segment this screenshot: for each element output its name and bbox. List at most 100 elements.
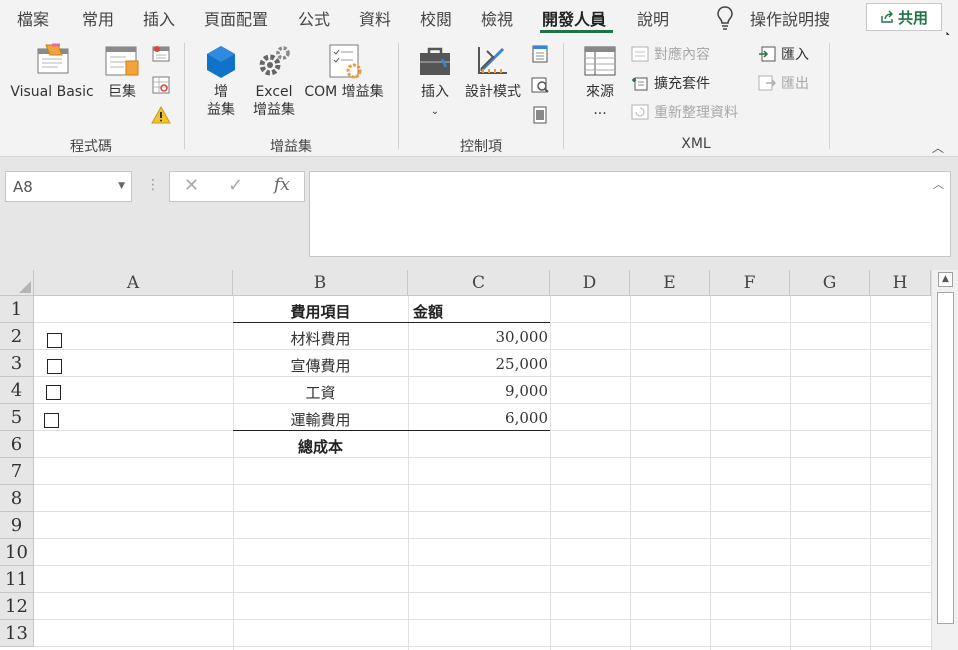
refresh-data-icon (631, 104, 649, 120)
column-header-f[interactable]: F (710, 270, 790, 296)
column-header-b[interactable]: B (233, 270, 408, 296)
expansion-packs-button[interactable]: 擴充套件 (631, 73, 710, 93)
checkbox-row-5[interactable] (44, 413, 59, 428)
column-header-e[interactable]: E (630, 270, 710, 296)
addins-button[interactable]: 增 益集 (201, 43, 241, 119)
column-header-g[interactable]: G (790, 270, 870, 296)
excel-addins-button[interactable]: Excel 增益集 (247, 43, 301, 119)
relative-references-icon[interactable] (151, 75, 171, 95)
tab-data[interactable]: 資料 (359, 6, 391, 30)
gridline (34, 619, 931, 620)
row-header-10[interactable]: 10 (0, 539, 34, 566)
tab-insert[interactable]: 插入 (143, 6, 175, 30)
cell-b1-header-item[interactable]: 費用項目 (233, 301, 408, 322)
scrollbar-thumb[interactable] (937, 292, 954, 624)
table-row-item[interactable]: 工資 (233, 382, 408, 403)
tab-help[interactable]: 說明 (637, 6, 669, 30)
table-row-amount[interactable]: 6,000 (408, 409, 548, 427)
insert-function-icon[interactable]: fx (274, 175, 290, 195)
properties-icon[interactable] (530, 44, 550, 64)
table-row-item[interactable]: 運輸費用 (233, 409, 408, 430)
column-header-h[interactable]: H (870, 270, 931, 296)
excel-addins-label-line1: Excel (255, 84, 293, 100)
xml-source-label: 來源 (586, 84, 614, 100)
refresh-data-button[interactable]: 重新整理資料 (631, 102, 738, 122)
expansion-packs-icon (632, 77, 648, 91)
macros-button[interactable]: 巨集 (100, 43, 144, 101)
chevron-down-icon: ⌄ (430, 106, 440, 117)
column-header-d[interactable]: D (550, 270, 630, 296)
group-separator (563, 43, 564, 149)
xml-source-button[interactable]: 來源 ... (579, 43, 621, 119)
table-row-item[interactable]: 材料費用 (233, 328, 408, 349)
table-total-border (233, 430, 550, 431)
row-header-11[interactable]: 11 (0, 566, 34, 593)
row-header-13[interactable]: 13 (0, 620, 34, 647)
checkbox-row-3[interactable] (47, 359, 62, 374)
xml-export-button[interactable]: 匯出 (758, 73, 809, 93)
row-header-2[interactable]: 2 (0, 323, 34, 350)
column-header-a[interactable]: A (34, 270, 233, 296)
tab-page-layout[interactable]: 頁面配置 (204, 6, 268, 30)
enter-icon[interactable]: ✓ (228, 175, 243, 196)
com-addins-button[interactable]: COM 增益集 (301, 43, 387, 101)
collapse-ribbon-icon[interactable]: ︿ (932, 139, 944, 156)
map-properties-label: 對應內容 (654, 47, 710, 63)
xml-export-label: 匯出 (781, 76, 809, 92)
vertical-scrollbar[interactable]: ▲ (931, 270, 958, 650)
xml-source-more: ... (593, 102, 607, 118)
row-header-4[interactable]: 4 (0, 377, 34, 404)
tab-developer[interactable]: 開發人員 (542, 6, 606, 30)
checkbox-row-4[interactable] (46, 385, 61, 400)
table-row-amount[interactable]: 30,000 (408, 328, 549, 346)
macro-security-icon[interactable] (151, 105, 171, 125)
name-box[interactable]: A8 ▼ (5, 171, 132, 202)
row-header-12[interactable]: 12 (0, 593, 34, 620)
com-addins-label: COM 增益集 (304, 84, 384, 100)
view-code-icon[interactable] (530, 75, 550, 95)
group-separator (184, 43, 185, 149)
tab-view[interactable]: 檢視 (481, 6, 513, 30)
macros-icon (105, 46, 139, 76)
share-button[interactable]: 共用 (866, 3, 942, 31)
run-dialog-icon[interactable] (530, 105, 550, 125)
tab-formulas[interactable]: 公式 (298, 6, 330, 30)
cell-c1-header-amount[interactable]: 金額 (413, 301, 548, 322)
scroll-up-icon[interactable]: ▲ (938, 272, 953, 287)
xml-source-icon (584, 46, 616, 76)
name-box-value: A8 (13, 178, 33, 196)
tab-home[interactable]: 常用 (82, 6, 114, 30)
table-row-item[interactable]: 宣傳費用 (233, 355, 408, 376)
formula-input[interactable]: ︿ (309, 171, 951, 257)
row-header-5[interactable]: 5 (0, 404, 34, 431)
collapse-formula-bar-icon[interactable]: ︿ (933, 176, 944, 192)
tab-review[interactable]: 校閱 (420, 6, 452, 30)
row-header-8[interactable]: 8 (0, 485, 34, 512)
gridline (34, 376, 931, 377)
visual-basic-icon (37, 43, 69, 74)
record-macro-icon[interactable] (151, 44, 171, 64)
row-header-7[interactable]: 7 (0, 458, 34, 485)
column-header-c[interactable]: C (408, 270, 550, 296)
select-all-button[interactable] (0, 270, 34, 296)
row-header-6[interactable]: 6 (0, 431, 34, 458)
worksheet[interactable]: A B C D E F G H 1 2 3 4 5 6 7 8 9 10 11 … (0, 270, 958, 650)
formula-buttons: ✕ ✓ fx (169, 171, 305, 202)
map-properties-button[interactable]: 對應內容 (631, 44, 710, 64)
checkbox-row-2[interactable] (47, 333, 62, 348)
insert-control-button[interactable]: 插入 ⌄ (413, 43, 457, 121)
row-header-1[interactable]: 1 (0, 296, 34, 323)
xml-import-button[interactable]: 匯入 (758, 44, 809, 64)
cancel-icon[interactable]: ✕ (184, 175, 199, 196)
dropdown-arrow-icon[interactable]: ▼ (118, 181, 125, 191)
tell-me-search[interactable]: 操作說明搜 (750, 6, 830, 30)
tab-file[interactable]: 檔案 (17, 6, 49, 30)
table-row-amount[interactable]: 25,000 (408, 355, 549, 373)
formula-bar-resize-handle[interactable]: ⋮ (146, 177, 160, 193)
visual-basic-button[interactable]: Visual Basic (10, 43, 94, 101)
row-header-9[interactable]: 9 (0, 512, 34, 539)
table-row-amount[interactable]: 9,000 (408, 382, 548, 400)
row-header-3[interactable]: 3 (0, 350, 34, 377)
design-mode-button[interactable]: 設計模式 (462, 43, 524, 101)
cell-b6-total-label[interactable]: 總成本 (233, 436, 408, 457)
